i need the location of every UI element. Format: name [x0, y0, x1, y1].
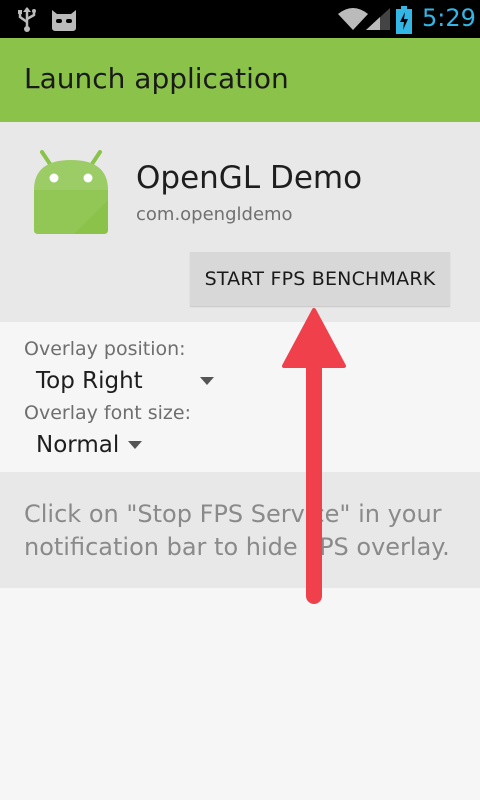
- annotation-arrow-icon: [282, 308, 346, 604]
